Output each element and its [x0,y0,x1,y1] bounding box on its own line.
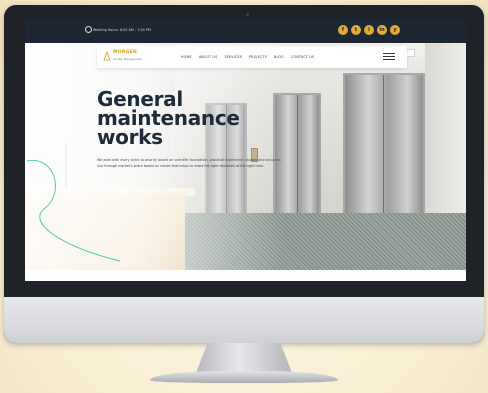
logo-tagline: Facility Management [113,57,143,61]
nav-item-about-us[interactable]: ABOUT US [199,55,218,59]
menu-icon[interactable] [383,53,395,61]
twitter-icon[interactable]: t [351,25,361,35]
website-screen: Working Hours: 8:00 AM - 7:00 PM f t i i… [25,18,466,281]
site-logo[interactable]: MORGEN Facility Management [103,49,151,65]
decorative-curve [26,160,121,262]
hero-section [25,43,466,270]
nav-item-home[interactable]: HOME [181,55,192,59]
monitor-stand [196,343,292,373]
monitor-chin [4,297,484,343]
content-strip [25,270,466,281]
social-links: f t i in y [338,25,400,35]
logo-name: MORGEN [113,50,137,55]
facebook-icon[interactable]: f [338,25,348,35]
camera-icon [246,13,249,16]
youtube-icon[interactable]: y [390,25,400,35]
main-navbar: MORGEN Facility Management HOME ABOUT US… [97,46,407,68]
hero-description: We work with every client to priority ba… [97,158,282,168]
nav-menu: HOME ABOUT US SERVICES PROJECTS BLOG CON… [181,55,314,59]
logo-mark-icon [103,51,111,61]
hero-title-line: works [97,125,163,149]
nav-item-contact-us[interactable]: CONTACT US [291,55,314,59]
nav-item-blog[interactable]: BLOG [274,55,284,59]
top-info-bar: Working Hours: 8:00 AM - 7:00 PM f t i i… [25,18,466,43]
working-hours: Working Hours: 8:00 AM - 7:00 PM [93,28,151,32]
nav-item-projects[interactable]: PROJECTS [249,55,267,59]
linkedin-icon[interactable]: in [377,25,387,35]
monitor-stand-base [150,371,338,383]
instagram-icon[interactable]: i [364,25,374,35]
nav-item-services[interactable]: SERVICES [224,55,242,59]
hero-title: General maintenance works [97,89,277,149]
clock-icon [85,26,92,33]
